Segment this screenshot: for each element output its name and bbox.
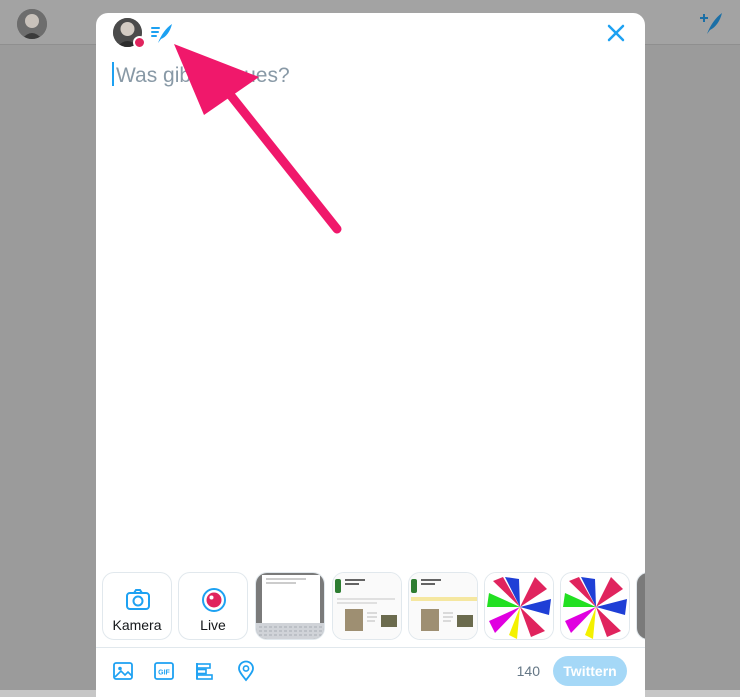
avatar-badge [133,36,146,49]
photo-thumbnail[interactable] [484,572,554,640]
photo-thumbnail[interactable] [636,572,645,640]
media-carousel: Kamera Live [96,570,645,642]
camera-tile[interactable]: Kamera [102,572,172,640]
compose-tweet-icon[interactable] [698,10,724,36]
character-counter: 140 [516,663,540,679]
camera-label: Kamera [112,617,162,633]
poll-icon[interactable] [194,660,216,682]
camera-icon [125,587,151,613]
photo-thumbnail[interactable] [332,572,402,640]
photo-thumbnail[interactable] [560,572,630,640]
live-icon [201,587,227,613]
compose-modal: Kamera Live [96,13,645,697]
live-label: Live [200,617,226,633]
gif-icon[interactable]: GIF [153,660,175,682]
header-avatar[interactable] [17,9,47,39]
close-icon[interactable] [604,21,628,45]
compose-input[interactable] [114,59,598,93]
compose-area [112,59,612,99]
tweet-button[interactable]: Twittern [553,656,627,686]
gif-label: GIF [158,670,170,677]
image-icon[interactable] [112,660,134,682]
photo-thumbnail[interactable] [255,572,325,640]
live-tile[interactable]: Live [178,572,248,640]
photo-thumbnail[interactable] [408,572,478,640]
toolbar-divider [96,647,645,648]
avatar-image-icon [17,9,47,39]
thread-icon[interactable] [150,21,174,45]
location-icon[interactable] [235,660,257,682]
